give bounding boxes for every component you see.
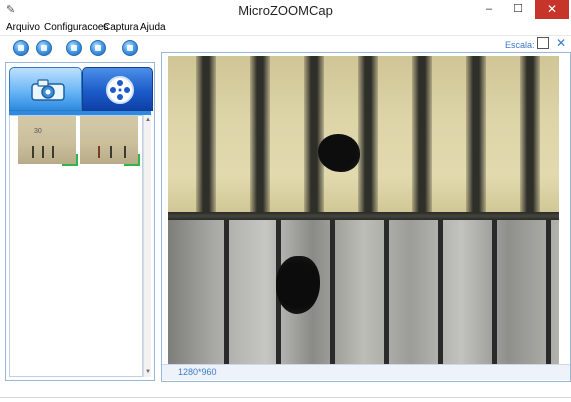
camera-viewer[interactable] bbox=[168, 56, 559, 364]
thumbnail-scrollbar[interactable]: ▲ ▼ bbox=[143, 115, 151, 377]
ruler-tick bbox=[412, 56, 432, 212]
ruler-mark bbox=[330, 220, 335, 364]
title-bar: ✎ MicroZOOMCap – ☐ ✕ bbox=[0, 0, 571, 21]
ruler-mark bbox=[492, 220, 497, 364]
ruler-tick bbox=[196, 56, 216, 212]
close-button[interactable]: ✕ bbox=[535, 0, 569, 19]
camera-icon bbox=[31, 79, 65, 101]
ruler-tick bbox=[358, 56, 378, 212]
ruler-tick bbox=[520, 56, 540, 212]
ruler-tick bbox=[304, 56, 324, 212]
menu-ajuda[interactable]: Ajuda bbox=[140, 21, 166, 34]
bottom-divider bbox=[0, 397, 571, 398]
film-reel-icon bbox=[106, 76, 134, 104]
ink-blob bbox=[318, 134, 360, 172]
save-icon[interactable] bbox=[36, 40, 52, 56]
maximize-button[interactable]: ☐ bbox=[505, 0, 531, 19]
ruler-mark bbox=[546, 220, 551, 364]
ruler-tick bbox=[466, 56, 486, 212]
escala-close-icon[interactable]: ✕ bbox=[556, 36, 566, 50]
minimize-button[interactable]: – bbox=[476, 0, 502, 19]
viewer-status-bar bbox=[162, 364, 570, 380]
thumbnail-list: 30 bbox=[9, 115, 143, 377]
thumbnail-item[interactable]: 30 bbox=[18, 116, 78, 166]
resolution-label: 1280*960 bbox=[178, 367, 217, 377]
ruler-tick bbox=[250, 56, 270, 212]
scroll-up-icon[interactable]: ▲ bbox=[144, 115, 152, 125]
tab-video[interactable] bbox=[82, 67, 153, 111]
menu-bar: Arquivo Configuracoes Captura Ajuda bbox=[0, 21, 571, 36]
tab-photo[interactable] bbox=[9, 67, 82, 111]
settings-icon[interactable] bbox=[66, 40, 82, 56]
ruler-mark bbox=[224, 220, 229, 364]
ruler-mark bbox=[438, 220, 443, 364]
thumbnail-label: 30 bbox=[34, 128, 42, 135]
ruler-gap bbox=[168, 212, 559, 220]
open-icon[interactable] bbox=[13, 40, 29, 56]
escala-input[interactable] bbox=[537, 37, 549, 49]
window-bottom bbox=[0, 383, 571, 402]
escala-label: Escala: bbox=[505, 40, 535, 50]
disk-icon[interactable] bbox=[122, 40, 138, 56]
menu-arquivo[interactable]: Arquivo bbox=[6, 21, 40, 34]
thumbnail-item[interactable] bbox=[80, 116, 140, 166]
copy-icon[interactable] bbox=[90, 40, 106, 56]
menu-configuracoes[interactable]: Configuracoes bbox=[44, 21, 108, 34]
ruler-mark bbox=[384, 220, 389, 364]
sidebar-panel: 30 ▲ ▼ bbox=[5, 62, 155, 381]
menu-captura[interactable]: Captura bbox=[103, 21, 139, 34]
scroll-down-icon[interactable]: ▼ bbox=[144, 367, 152, 377]
